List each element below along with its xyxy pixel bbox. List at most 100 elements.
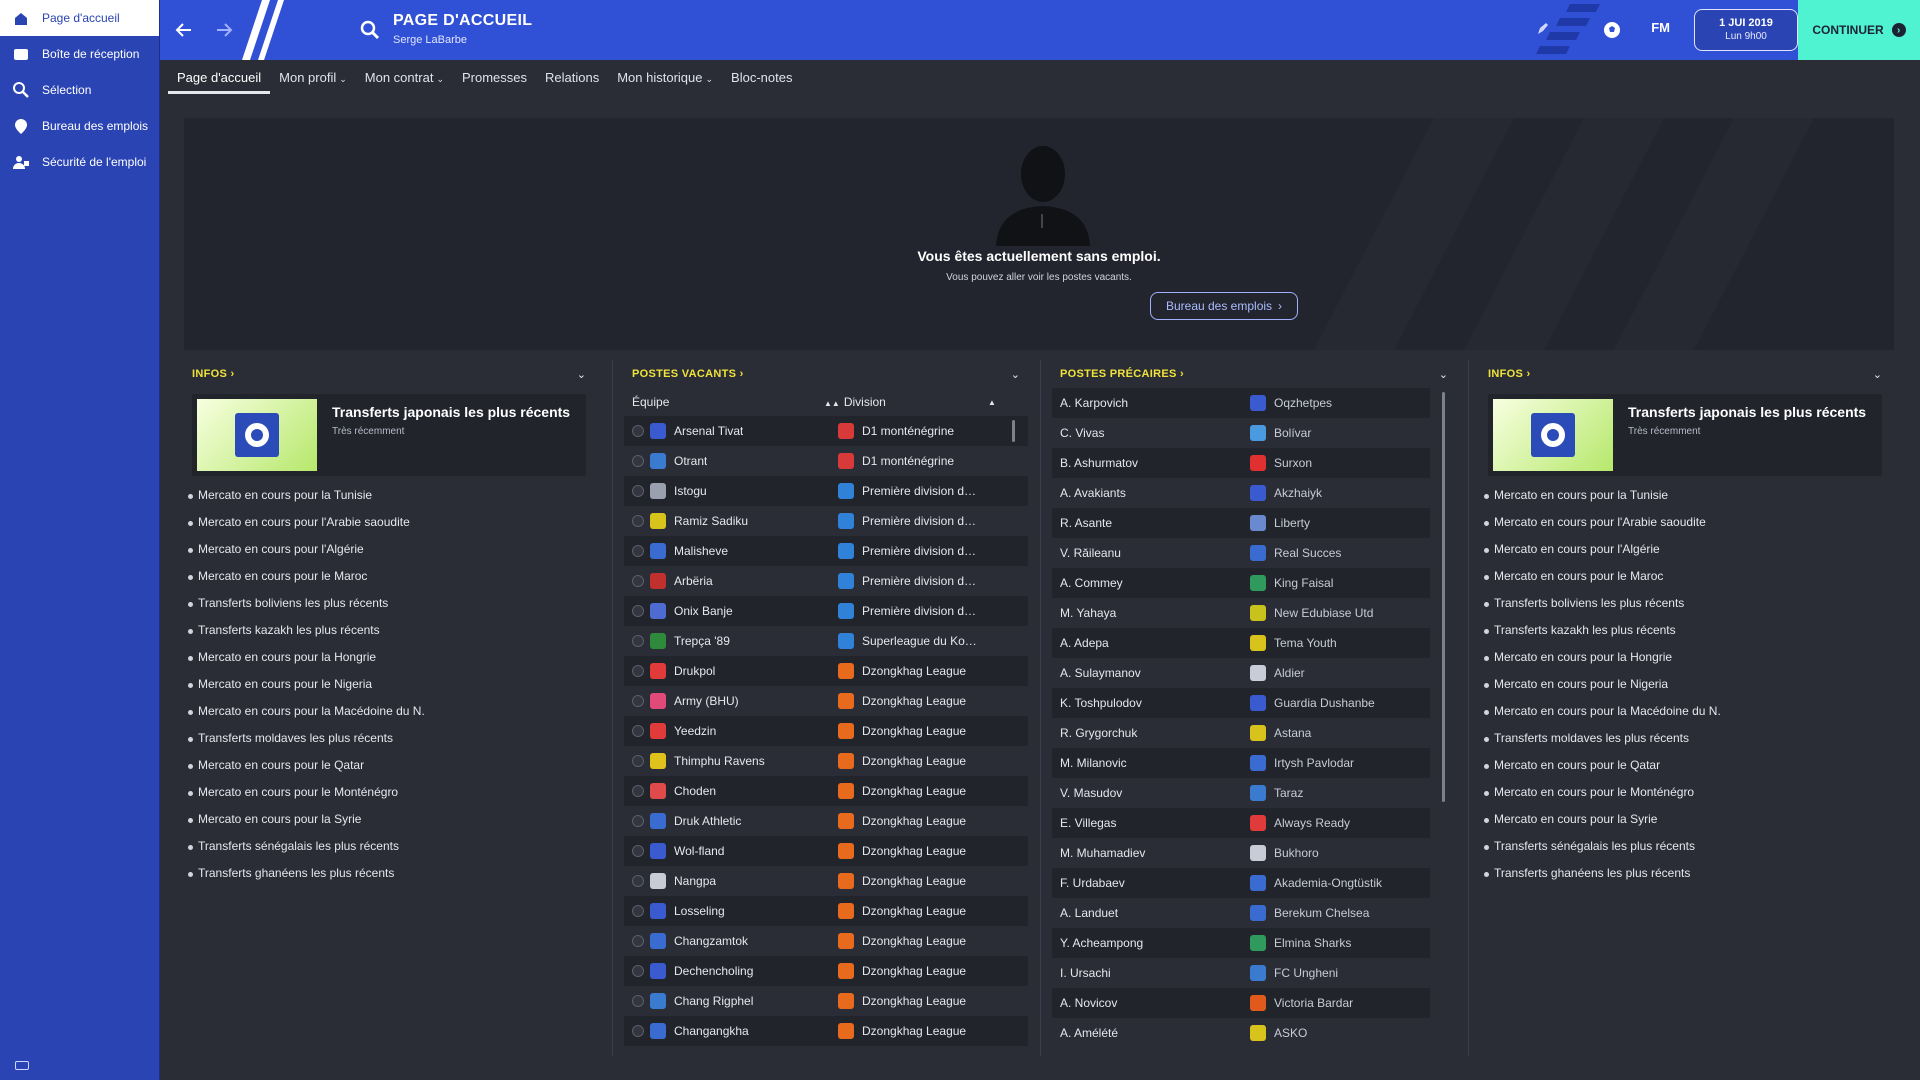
club-name[interactable]: Berekum Chelsea xyxy=(1274,906,1369,920)
manager-name[interactable]: M. Yahaya xyxy=(1060,606,1250,620)
division-name[interactable]: Dzongkhag League xyxy=(862,994,966,1008)
division-name[interactable]: Dzongkhag League xyxy=(862,784,966,798)
news-card[interactable]: Transferts japonais les plus récents Trè… xyxy=(192,394,586,476)
team-name[interactable]: Arbëria xyxy=(674,574,713,588)
manager-name[interactable]: A. Sulaymanov xyxy=(1060,666,1250,680)
manager-name[interactable]: A. Karpovich xyxy=(1060,396,1250,410)
division-name[interactable]: Dzongkhag League xyxy=(862,934,966,948)
news-list-item[interactable]: Mercato en cours pour le Qatar xyxy=(184,752,594,779)
sidebar-item-1[interactable]: Boîte de réception xyxy=(0,36,159,72)
team-name[interactable]: Drukpol xyxy=(674,664,715,678)
col-team-header[interactable]: Équipe xyxy=(632,395,838,409)
team-name[interactable]: Arsenal Tivat xyxy=(674,424,743,438)
division-name[interactable]: Dzongkhag League xyxy=(862,874,966,888)
table-row[interactable]: B. Ashurmatov Surxon xyxy=(1052,448,1430,478)
table-row[interactable]: Istogu Première division d… xyxy=(624,476,1028,506)
select-radio[interactable] xyxy=(632,425,644,437)
sort-asc-icon[interactable]: ▲ xyxy=(988,398,996,407)
col-division-header[interactable]: ▲▲ Division xyxy=(824,395,988,409)
club-name[interactable]: Tema Youth xyxy=(1274,636,1337,650)
team-name[interactable]: Changangkha xyxy=(674,1024,749,1038)
forward-button[interactable] xyxy=(210,16,238,44)
news-list-item[interactable]: Mercato en cours pour l'Algérie xyxy=(1480,536,1890,563)
table-row[interactable]: A. Adepa Tema Youth xyxy=(1052,628,1430,658)
keyboard-icon[interactable] xyxy=(15,1061,29,1070)
manager-name[interactable]: A. Avakiants xyxy=(1060,486,1250,500)
table-row[interactable]: Drukpol Dzongkhag League xyxy=(624,656,1028,686)
search-icon[interactable] xyxy=(360,20,380,40)
chevron-down-icon[interactable]: ⌄ xyxy=(1873,368,1882,381)
team-name[interactable]: Chang Rigphel xyxy=(674,994,753,1008)
news-list-item[interactable]: Mercato en cours pour la Syrie xyxy=(1480,806,1890,833)
table-row[interactable]: A. Landuet Berekum Chelsea xyxy=(1052,898,1430,928)
table-row[interactable]: K. Toshpulodov Guardia Dushanbe xyxy=(1052,688,1430,718)
manager-name[interactable]: V. Masudov xyxy=(1060,786,1250,800)
club-name[interactable]: Akademia-Ongtüstik xyxy=(1274,876,1382,890)
table-row[interactable]: Nangpa Dzongkhag League xyxy=(624,866,1028,896)
division-name[interactable]: Dzongkhag League xyxy=(862,694,966,708)
table-row[interactable]: Otrant D1 monténégrine xyxy=(624,446,1028,476)
manager-name[interactable]: A. Amélété xyxy=(1060,1026,1250,1040)
job-centre-button[interactable]: Bureau des emplois › xyxy=(1150,292,1298,320)
select-radio[interactable] xyxy=(632,995,644,1007)
manager-name[interactable]: C. Vivas xyxy=(1060,426,1250,440)
table-row[interactable]: E. Villegas Always Ready xyxy=(1052,808,1430,838)
team-name[interactable]: Thimphu Ravens xyxy=(674,754,765,768)
table-row[interactable]: Chang Rigphel Dzongkhag League xyxy=(624,986,1028,1016)
news-list-item[interactable]: Mercato en cours pour la Tunisie xyxy=(184,482,594,509)
division-name[interactable]: Dzongkhag League xyxy=(862,664,966,678)
select-radio[interactable] xyxy=(632,605,644,617)
club-name[interactable]: New Edubiase Utd xyxy=(1274,606,1373,620)
division-name[interactable]: Première division d… xyxy=(862,544,976,558)
news-list-item[interactable]: Transferts boliviens les plus récents xyxy=(184,590,594,617)
division-name[interactable]: Superleague du Ko… xyxy=(862,634,977,648)
division-name[interactable]: Dzongkhag League xyxy=(862,724,966,738)
table-row[interactable]: Druk Athletic Dzongkhag League xyxy=(624,806,1028,836)
select-radio[interactable] xyxy=(632,455,644,467)
table-row[interactable]: Trepça '89 Superleague du Ko… xyxy=(624,626,1028,656)
tab-2[interactable]: Mon contrat ⌄ xyxy=(356,62,453,94)
continue-button[interactable]: CONTINUER › xyxy=(1798,0,1920,60)
table-row[interactable]: I. Ursachi FC Ungheni xyxy=(1052,958,1430,988)
club-name[interactable]: FC Ungheni xyxy=(1274,966,1338,980)
division-name[interactable]: Dzongkhag League xyxy=(862,754,966,768)
division-name[interactable]: D1 monténégrine xyxy=(862,454,954,468)
news-list-item[interactable]: Mercato en cours pour le Nigeria xyxy=(184,671,594,698)
division-name[interactable]: D1 monténégrine xyxy=(862,424,954,438)
division-name[interactable]: Première division d… xyxy=(862,604,976,618)
select-radio[interactable] xyxy=(632,1025,644,1037)
manager-name[interactable]: A. Landuet xyxy=(1060,906,1250,920)
manager-name[interactable]: R. Asante xyxy=(1060,516,1250,530)
table-row[interactable]: M. Yahaya New Edubiase Utd xyxy=(1052,598,1430,628)
manager-name[interactable]: B. Ashurmatov xyxy=(1060,456,1250,470)
tab-5[interactable]: Mon historique ⌄ xyxy=(608,62,722,94)
football-icon[interactable] xyxy=(1602,20,1622,40)
news-list-item[interactable]: Transferts moldaves les plus récents xyxy=(1480,725,1890,752)
select-radio[interactable] xyxy=(632,905,644,917)
table-row[interactable]: Changangkha Dzongkhag League xyxy=(624,1016,1028,1046)
table-row[interactable]: A. Karpovich Oqzhetpes xyxy=(1052,388,1430,418)
manager-name[interactable]: F. Urdabaev xyxy=(1060,876,1250,890)
select-radio[interactable] xyxy=(632,575,644,587)
news-list-item[interactable]: Mercato en cours pour l'Arabie saoudite xyxy=(1480,509,1890,536)
club-name[interactable]: Irtysh Pavlodar xyxy=(1274,756,1354,770)
table-row[interactable]: R. Grygorchuk Astana xyxy=(1052,718,1430,748)
division-name[interactable]: Dzongkhag League xyxy=(862,844,966,858)
team-name[interactable]: Onix Banje xyxy=(674,604,733,618)
manager-name[interactable]: K. Toshpulodov xyxy=(1060,696,1250,710)
news-list-item[interactable]: Transferts sénégalais les plus récents xyxy=(1480,833,1890,860)
select-radio[interactable] xyxy=(632,635,644,647)
club-name[interactable]: Liberty xyxy=(1274,516,1310,530)
table-row[interactable]: A. Sulaymanov Aldier xyxy=(1052,658,1430,688)
table-row[interactable]: M. Muhamadiev Bukhoro xyxy=(1052,838,1430,868)
division-name[interactable]: Dzongkhag League xyxy=(862,1024,966,1038)
club-name[interactable]: ASKO xyxy=(1274,1026,1307,1040)
division-name[interactable]: Dzongkhag League xyxy=(862,964,966,978)
news-list-item[interactable]: Mercato en cours pour le Maroc xyxy=(184,563,594,590)
tab-4[interactable]: Relations xyxy=(536,62,608,94)
club-name[interactable]: Bukhoro xyxy=(1274,846,1319,860)
select-radio[interactable] xyxy=(632,965,644,977)
news-list-item[interactable]: Mercato en cours pour le Qatar xyxy=(1480,752,1890,779)
news-list-item[interactable]: Transferts ghanéens les plus récents xyxy=(184,860,594,887)
table-row[interactable]: R. Asante Liberty xyxy=(1052,508,1430,538)
